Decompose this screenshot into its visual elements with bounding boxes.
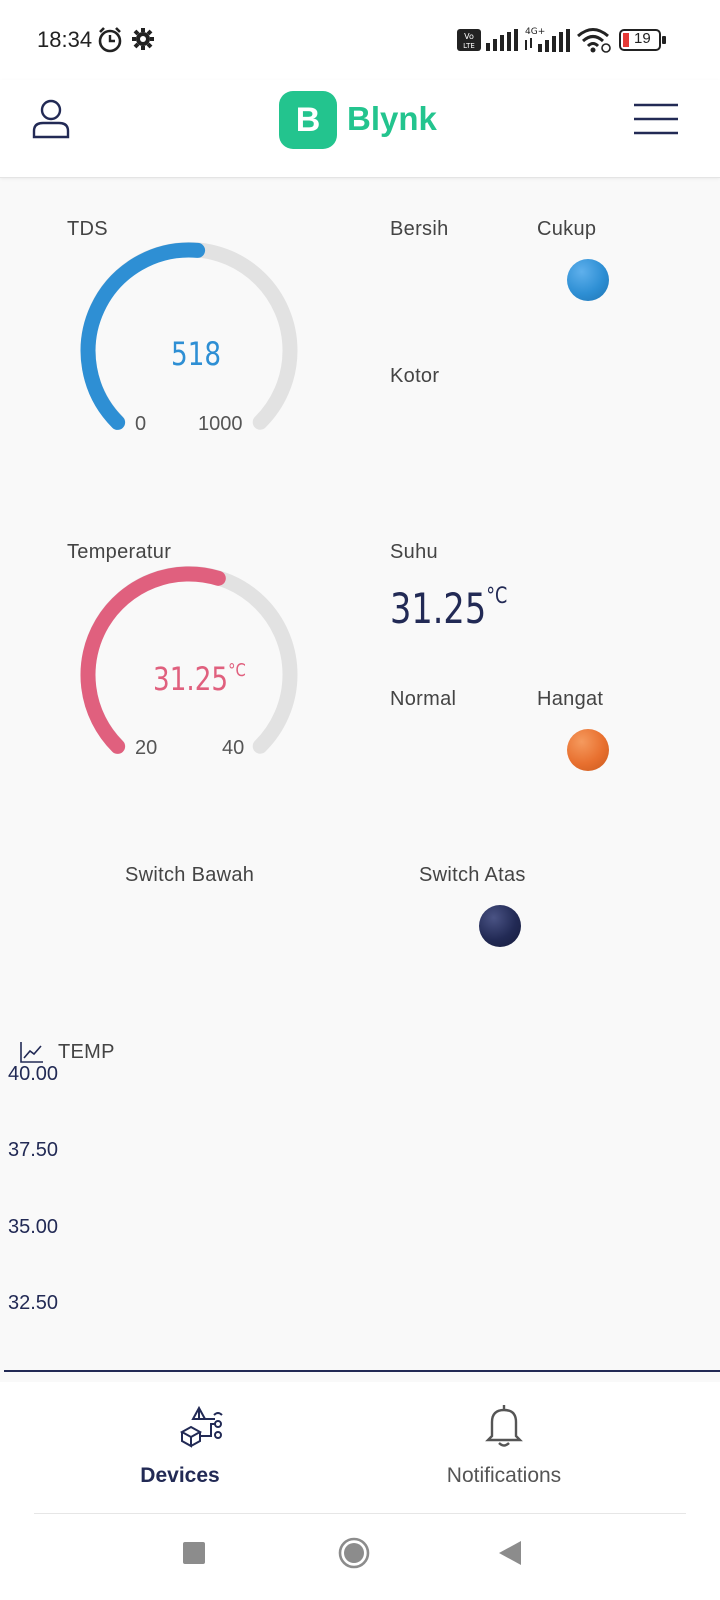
label-cukup: Cukup bbox=[537, 218, 597, 240]
y-tick-label: 35.00 bbox=[8, 1216, 59, 1238]
bottom-nav: Devices Notifications bbox=[0, 1382, 720, 1514]
volte-icon: Vo LTE bbox=[457, 29, 481, 56]
suhu-value: 31.25°C bbox=[390, 584, 507, 633]
suhu-title: Suhu bbox=[390, 541, 438, 563]
svg-text:Vo: Vo bbox=[464, 32, 474, 41]
bell-icon bbox=[484, 1402, 524, 1453]
temp-min: 20 bbox=[135, 737, 158, 759]
app-header: B Blynk bbox=[0, 80, 720, 178]
temp-value: 31.25°C bbox=[153, 660, 246, 698]
svg-text:LTE: LTE bbox=[463, 42, 475, 50]
status-time: 18:34 bbox=[37, 27, 93, 52]
nav-notifications-label: Notifications bbox=[446, 1464, 562, 1487]
temp-max: 40 bbox=[222, 737, 245, 759]
back-icon[interactable] bbox=[498, 1540, 522, 1571]
system-nav bbox=[0, 1514, 720, 1600]
label-hangat: Hangat bbox=[537, 688, 604, 710]
suhu-value-unit: °C bbox=[486, 584, 508, 609]
tds-value: 518 bbox=[171, 335, 222, 373]
chart-series-line bbox=[4, 1370, 720, 1372]
label-kotor: Kotor bbox=[390, 365, 440, 387]
gear-icon bbox=[131, 27, 155, 56]
y-tick-label: 40.00 bbox=[8, 1063, 59, 1085]
tds-title: TDS bbox=[67, 218, 108, 240]
switch-bawah-title: Switch Bawah bbox=[125, 864, 255, 886]
led-hangat bbox=[567, 729, 609, 771]
user-icon[interactable] bbox=[32, 99, 70, 144]
tds-min: 0 bbox=[135, 413, 147, 435]
signal-icon-2: 4G+ bbox=[524, 26, 570, 57]
home-icon[interactable] bbox=[337, 1536, 371, 1575]
temp-value-number: 31.25 bbox=[153, 660, 229, 698]
network-type-label: 4G+ bbox=[525, 27, 545, 37]
switch-atas-title: Switch Atas bbox=[419, 864, 526, 886]
battery-level: 19 bbox=[634, 30, 651, 47]
temp-value-unit: °C bbox=[228, 660, 246, 681]
chart-title: TEMP bbox=[58, 1041, 115, 1063]
label-bersih: Bersih bbox=[390, 218, 449, 240]
alarm-icon bbox=[96, 26, 124, 59]
y-tick-label: 37.50 bbox=[8, 1139, 59, 1161]
recents-icon[interactable] bbox=[183, 1542, 205, 1564]
label-normal: Normal bbox=[390, 688, 457, 710]
y-tick-label: 32.50 bbox=[8, 1292, 59, 1314]
brand-name: Blynk bbox=[347, 100, 437, 137]
wifi-icon bbox=[576, 27, 612, 58]
devices-icon bbox=[177, 1404, 227, 1455]
brand-logo: B bbox=[279, 91, 337, 149]
led-cukup bbox=[567, 259, 609, 301]
signal-icon bbox=[486, 29, 518, 56]
temp-title: Temperatur bbox=[67, 541, 172, 563]
led-switch-atas bbox=[479, 905, 521, 947]
status-bar: 18:34 Vo LTE 4G+ 19 bbox=[0, 0, 720, 80]
nav-notifications[interactable]: Notifications bbox=[324, 1382, 684, 1514]
menu-icon[interactable] bbox=[633, 102, 679, 141]
tds-max: 1000 bbox=[198, 413, 243, 435]
suhu-value-number: 31.25 bbox=[390, 584, 487, 633]
nav-devices-label: Devices bbox=[140, 1464, 220, 1487]
